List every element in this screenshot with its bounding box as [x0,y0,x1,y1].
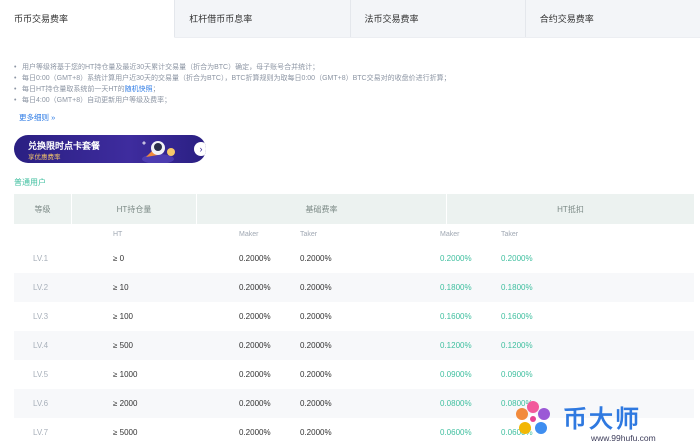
table-header: 等级 HT持仓量 基础费率 HT抵扣 [14,194,694,224]
cell-maker: 0.2000% [239,254,271,263]
cell-taker: 0.2000% [300,370,332,379]
cell-ht: ≥ 10 [113,283,129,292]
subheader-ht-maker: Maker [440,230,460,238]
banner-subtitle: 享优惠费率 [28,154,61,161]
more-rules-link[interactable]: 更多细则 » [19,112,55,123]
cell-ht-taker: 0.1600% [501,312,533,321]
table-row: LV.3 ≥ 100 0.2000% 0.2000% 0.1600% 0.160… [14,302,694,331]
watermark: 币大师 www.99hufu.com [505,395,700,445]
subheader-ht-taker: Taker [501,230,519,238]
note-item: • 每日0:00（GMT+8）系统计算用户近30天的交易量（折合为BTC），BTC… [14,75,451,82]
cell-maker: 0.2000% [239,312,271,321]
section-title: 普通用户 [14,178,46,187]
banner-arrow-icon[interactable]: › [194,142,206,156]
table-row: LV.1 ≥ 0 0.2000% 0.2000% 0.2000% 0.2000% [14,244,694,273]
cell-ht-taker: 0.0900% [501,370,533,379]
cell-level: LV.6 [33,399,49,408]
cell-ht: ≥ 5000 [113,428,138,437]
watermark-text: 币大师 [563,406,641,433]
tab-contract-fees[interactable]: 合约交易费率 [526,0,700,37]
cell-ht: ≥ 0 [113,254,125,263]
subheader-maker: Maker [239,230,259,238]
random-snapshot-link[interactable]: 随机快照 [125,86,153,93]
header-ht-deduct: HT抵扣 [557,204,584,214]
flower-logo-icon [516,401,550,434]
tab-label: 法币交易费率 [364,14,419,24]
cell-level: LV.5 [33,370,49,379]
cell-level: LV.4 [33,341,49,350]
cell-ht-taker: 0.1200% [501,341,533,350]
cell-level: LV.1 [33,254,49,263]
note-item: • 每日HT持仓量取系统前一天HT的随机快照； [14,86,160,93]
cell-level: LV.3 [33,312,49,321]
cell-ht-maker: 0.1800% [440,283,472,292]
cell-ht-taker: 0.2000% [501,254,533,263]
table-row: LV.4 ≥ 500 0.2000% 0.2000% 0.1200% 0.120… [14,331,694,360]
tab-spot-fees[interactable]: 币币交易费率 [0,0,176,38]
watermark-url: www.99hufu.com [591,433,656,443]
header-level: 等级 [14,194,72,224]
tab-margin-interest[interactable]: 杠杆借币币息率 [175,0,351,37]
cell-taker: 0.2000% [300,428,332,437]
cell-ht: ≥ 2000 [113,399,138,408]
cell-taker: 0.2000% [300,283,332,292]
cell-ht-maker: 0.0800% [440,399,472,408]
cell-level: LV.2 [33,283,49,292]
fee-tabs: 币币交易费率 杠杆借币币息率 法币交易费率 合约交易费率 [0,0,700,38]
point-card-banner[interactable]: 兑换限时点卡套餐 享优惠费率 › [14,135,206,163]
cell-level: LV.7 [33,428,49,437]
header-base-rate: 基础费率 [197,194,447,224]
tab-label: 合约交易费率 [539,14,594,24]
tab-fiat-fees[interactable]: 法币交易费率 [351,0,526,37]
cell-ht-taker: 0.1800% [501,283,533,292]
cell-ht: ≥ 100 [113,312,133,321]
cell-taker: 0.2000% [300,312,332,321]
cell-taker: 0.2000% [300,341,332,350]
cell-ht-maker: 0.0600% [440,428,472,437]
cell-ht: ≥ 1000 [113,370,138,379]
cell-maker: 0.2000% [239,370,271,379]
header-ht-holding: HT持仓量 [72,194,197,224]
cell-maker: 0.2000% [239,283,271,292]
cell-ht-maker: 0.1200% [440,341,472,350]
table-subheader: HT Maker Taker Maker Taker [14,224,694,244]
astronaut-rocket-icon [142,141,175,163]
subheader-ht: HT [113,230,123,238]
cell-ht-maker: 0.0900% [440,370,472,379]
tab-label: 杠杆借币币息率 [189,14,253,24]
cell-ht-maker: 0.2000% [440,254,472,263]
cell-maker: 0.2000% [239,399,271,408]
table-row: LV.2 ≥ 10 0.2000% 0.2000% 0.1800% 0.1800… [14,273,694,302]
cell-taker: 0.2000% [300,399,332,408]
subheader-taker: Taker [300,230,318,238]
cell-maker: 0.2000% [239,341,271,350]
cell-taker: 0.2000% [300,254,332,263]
fee-notes: • 用户等级将基于您的HT持仓量及最近30天累计交易量（折合为BTC）确定，母子账… [14,62,674,106]
tab-label: 币币交易费率 [14,14,69,24]
cell-ht-maker: 0.1600% [440,312,472,321]
note-item: • 每日4:00（GMT+8）自动更新用户等级及费率； [14,97,172,104]
cell-ht: ≥ 500 [113,341,133,350]
note-item: • 用户等级将基于您的HT持仓量及最近30天累计交易量（折合为BTC）确定，母子账… [14,64,320,71]
table-row: LV.5 ≥ 1000 0.2000% 0.2000% 0.0900% 0.09… [14,360,694,389]
cell-maker: 0.2000% [239,428,271,437]
